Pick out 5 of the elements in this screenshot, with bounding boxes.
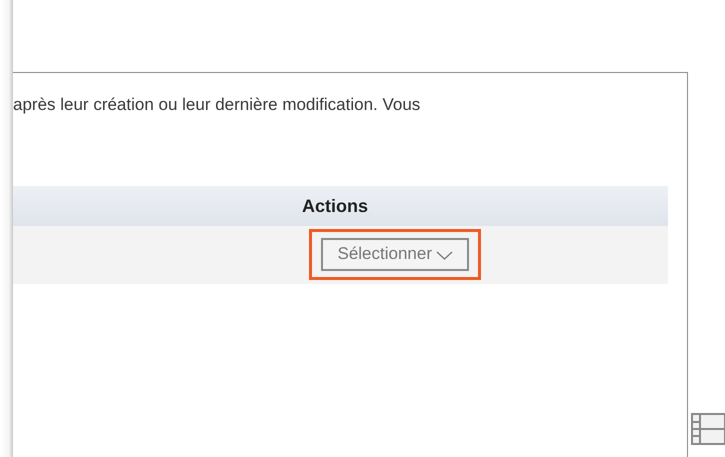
chevron-down-icon bbox=[436, 250, 453, 260]
description-text: après leur création ou leur dernière modification. Vous bbox=[13, 94, 422, 116]
select-dropdown[interactable]: Sélectionner bbox=[321, 238, 469, 270]
film-icon[interactable] bbox=[691, 413, 725, 445]
column-header: Actions bbox=[302, 196, 368, 216]
